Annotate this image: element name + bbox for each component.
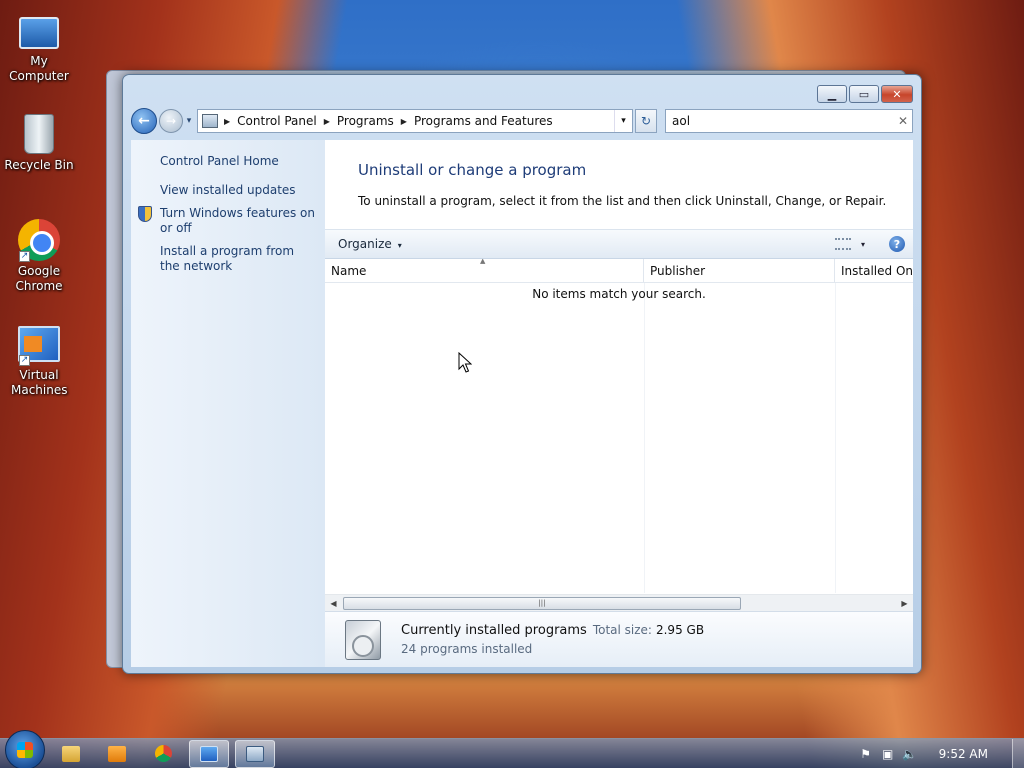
scroll-right-button[interactable]: ▶: [896, 599, 913, 608]
empty-list-message: No items match your search.: [532, 287, 706, 301]
organize-label: Organize: [338, 237, 392, 251]
column-divider: [644, 283, 645, 593]
horizontal-scrollbar[interactable]: ◀ ||| ▶: [325, 594, 913, 611]
page-title: Uninstall or change a program: [358, 161, 587, 179]
turn-windows-features-link[interactable]: Turn Windows features on or off: [131, 206, 325, 236]
address-bar[interactable]: ▶ Control Panel ▶ Programs ▶ Programs an…: [197, 109, 633, 133]
column-header-publisher[interactable]: Publisher: [644, 259, 835, 282]
desktop-icon-virtual-machines[interactable]: ↗ Virtual Machines: [0, 322, 78, 398]
taskbar-app-chrome[interactable]: [143, 740, 183, 768]
control-panel-icon: [202, 114, 218, 128]
help-icon[interactable]: ?: [889, 236, 905, 252]
taskbar-app-virtual-machines[interactable]: [189, 739, 229, 768]
chrome-icon: [154, 745, 172, 762]
desktop-icon-label: Virtual Machines: [11, 368, 68, 397]
breadcrumb-control-panel[interactable]: Control Panel: [237, 114, 317, 128]
search-input[interactable]: aol ✕: [665, 109, 913, 133]
chevron-down-icon: ▾: [397, 241, 402, 250]
clock[interactable]: 9:52 AM: [939, 747, 988, 761]
column-headers: ▲ Name Publisher Installed On: [325, 259, 913, 283]
action-center-flag-icon[interactable]: ⚑: [859, 747, 873, 761]
minimize-button[interactable]: ▁: [817, 85, 847, 103]
taskbar-app-media-player[interactable]: [97, 740, 137, 768]
mouse-cursor-icon: [458, 352, 472, 373]
search-input-value[interactable]: aol: [672, 114, 894, 128]
virtual-machines-icon: [200, 745, 218, 762]
maximize-button[interactable]: ▭: [849, 85, 879, 103]
scrollbar-thumb[interactable]: |||: [343, 596, 741, 610]
left-task-pane: Control Panel Home View installed update…: [131, 140, 325, 667]
control-panel-icon: [246, 745, 264, 762]
breadcrumb-programs[interactable]: Programs: [337, 114, 394, 128]
main-pane: Uninstall or change a program To uninsta…: [325, 140, 913, 667]
network-icon[interactable]: ▣: [881, 747, 895, 761]
sort-ascending-icon: ▲: [480, 259, 486, 265]
back-button[interactable]: ←: [131, 108, 157, 134]
column-divider: [835, 283, 836, 593]
programs-and-features-window: ▁ ▭ ✕ ← → ▾ ▶ Control Panel ▶ Programs ▶…: [122, 74, 922, 674]
shortcut-arrow-icon: ↗: [19, 355, 30, 366]
desktop-icon-label: My Computer: [9, 54, 69, 83]
view-installed-updates-link[interactable]: View installed updates: [131, 183, 325, 198]
total-size-label: Total size:: [592, 623, 652, 637]
breadcrumb-separator[interactable]: ▶: [401, 117, 407, 126]
page-description: To uninstall a program, select it from t…: [358, 194, 887, 208]
recycle-bin-icon: [17, 112, 61, 156]
virtual-machines-icon: ↗: [17, 322, 61, 366]
refresh-button[interactable]: ↻: [635, 109, 657, 133]
views-dropdown-icon[interactable]: ▾: [861, 240, 865, 249]
desktop-icon-label: Recycle Bin: [4, 158, 74, 172]
taskbar-app-explorer[interactable]: [51, 740, 91, 768]
details-title: Currently installed programs: [401, 623, 587, 638]
total-size-value: 2.95 GB: [655, 623, 705, 637]
install-from-network-link[interactable]: Install a program from the network: [131, 244, 325, 274]
chrome-icon: ↗: [17, 218, 61, 262]
folder-icon: [62, 745, 80, 762]
programs-count: 24 programs installed: [401, 642, 533, 656]
control-panel-home-link[interactable]: Control Panel Home: [131, 154, 325, 169]
desktop-icon-label: Google Chrome: [15, 264, 63, 293]
details-pane: Currently installed programs Total size: 2…: [325, 611, 913, 667]
windows-features-item: Turn Windows features on or off: [131, 206, 325, 236]
navigation-bar: ← → ▾ ▶ Control Panel ▶ Programs ▶ Progr…: [131, 108, 913, 134]
media-player-icon: [108, 745, 126, 762]
details-text: Currently installed programs Total size: 2…: [401, 623, 704, 656]
shield-icon: [138, 206, 152, 222]
window-content: Control Panel Home View installed update…: [131, 140, 913, 667]
command-toolbar: Organize ▾ ▾ ?: [325, 229, 913, 259]
installed-programs-icon: [345, 619, 381, 660]
toolbar-right: ▾ ?: [834, 236, 905, 252]
views-icon[interactable]: [834, 238, 851, 250]
taskbar: ⚑ ▣ 🔈 9:52 AM: [0, 729, 1024, 768]
window-controls: ▁ ▭ ✕: [817, 85, 913, 103]
column-header-installed-on[interactable]: Installed On: [835, 259, 913, 282]
organize-button[interactable]: Organize ▾: [338, 237, 402, 251]
recent-pages-dropdown[interactable]: ▾: [183, 116, 195, 126]
forward-button[interactable]: →: [159, 109, 183, 133]
main-header: Uninstall or change a program To uninsta…: [325, 140, 913, 229]
breadcrumb-separator[interactable]: ▶: [324, 117, 330, 126]
breadcrumb-programs-and-features[interactable]: Programs and Features: [414, 114, 553, 128]
taskbar-app-control-panel[interactable]: [235, 739, 275, 768]
clear-search-button[interactable]: ✕: [894, 114, 912, 128]
desktop-icon-recycle-bin[interactable]: Recycle Bin: [0, 112, 78, 173]
address-dropdown-button[interactable]: ▾: [614, 110, 632, 132]
desktop-icon-google-chrome[interactable]: ↗ Google Chrome: [0, 218, 78, 294]
volume-icon[interactable]: 🔈: [902, 747, 917, 761]
breadcrumb-separator[interactable]: ▶: [224, 117, 230, 126]
shortcut-arrow-icon: ↗: [19, 251, 30, 262]
system-tray: ⚑ ▣ 🔈 9:52 AM: [859, 747, 998, 761]
show-desktop-button[interactable]: [1012, 738, 1024, 768]
desktop-icon-my-computer[interactable]: My Computer: [0, 8, 78, 84]
start-button[interactable]: [5, 729, 45, 768]
scroll-left-button[interactable]: ◀: [325, 599, 342, 608]
close-button[interactable]: ✕: [881, 85, 913, 103]
details-title-line: Currently installed programs Total size: 2…: [401, 623, 704, 638]
computer-icon: [17, 8, 61, 52]
programs-list[interactable]: ▲ Name Publisher Installed On No items m…: [325, 259, 913, 611]
